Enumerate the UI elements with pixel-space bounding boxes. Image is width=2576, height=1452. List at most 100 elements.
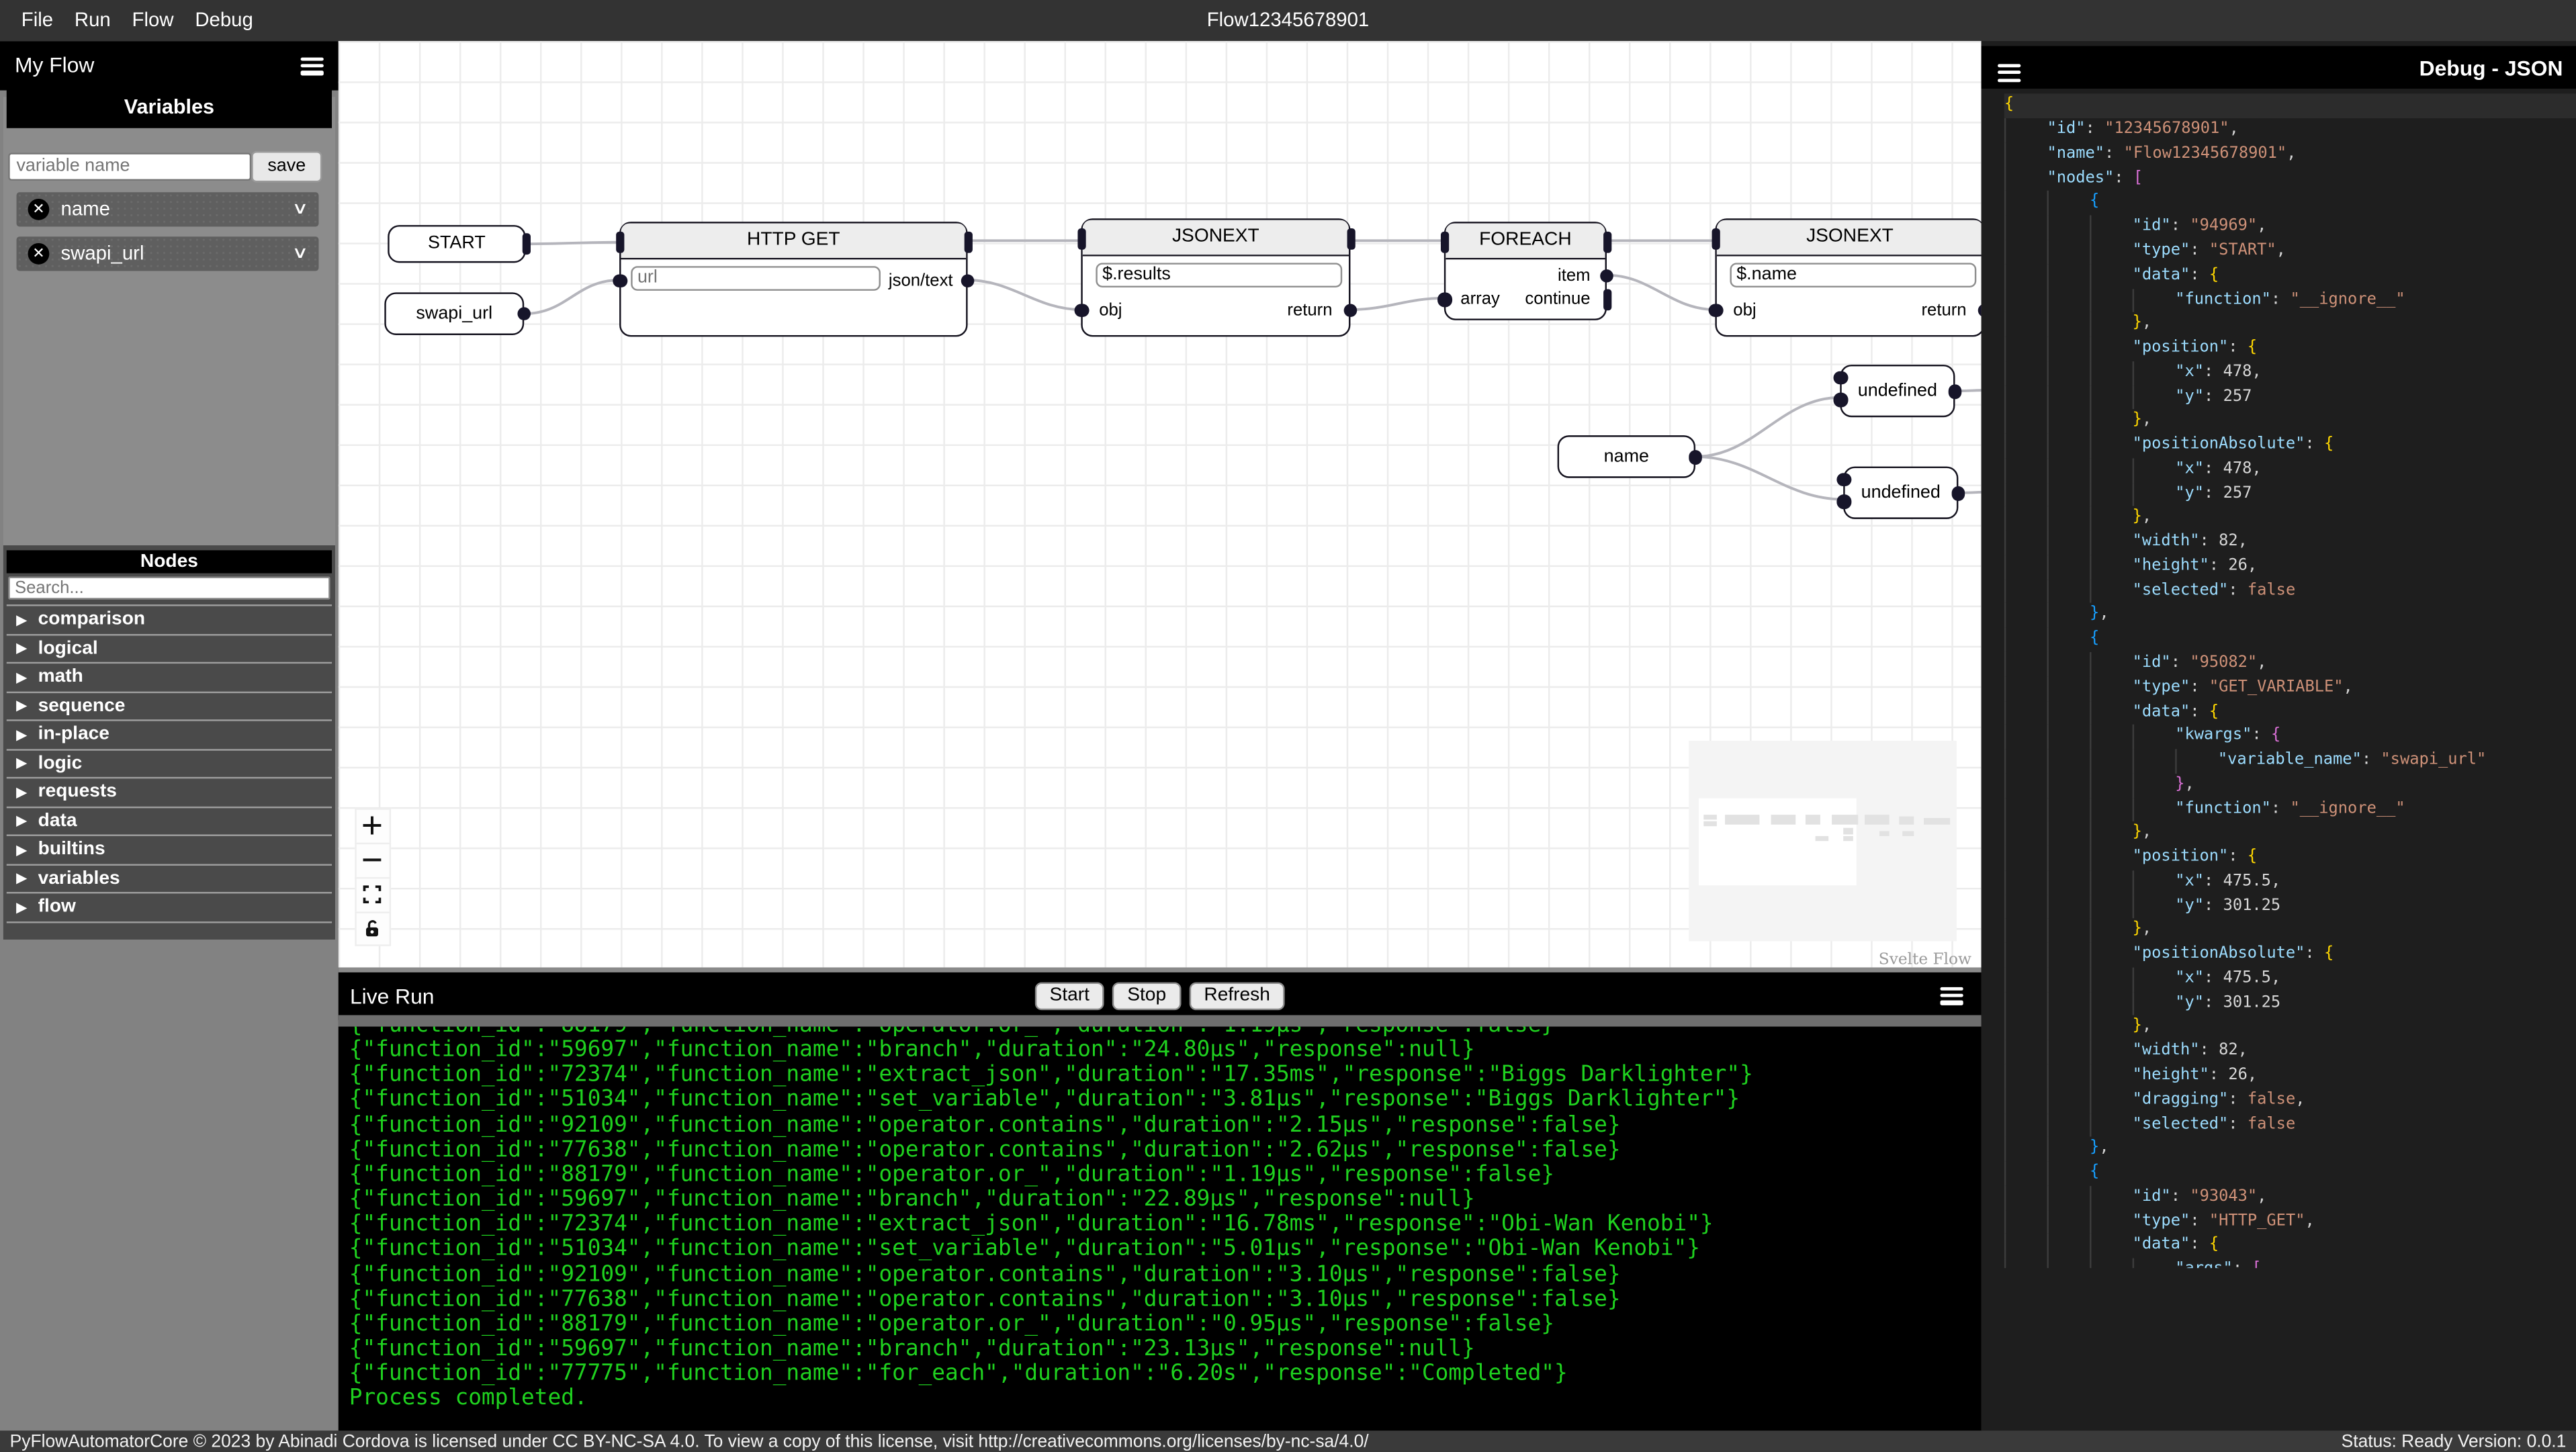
node-undefined-2[interactable]: undefined bbox=[1836, 465, 1965, 518]
zoom-in-button[interactable] bbox=[355, 807, 390, 842]
foreach-continue-handle[interactable] bbox=[1602, 288, 1611, 310]
console-line: {"function_id":"77775","function_name":"… bbox=[349, 1362, 1568, 1387]
console-line: {"function_id":"88179","function_name":"… bbox=[349, 1312, 1555, 1337]
undefined2-in-handle-b[interactable] bbox=[1836, 494, 1851, 508]
undefined2-in-handle-a[interactable] bbox=[1836, 472, 1851, 486]
category-flow[interactable]: ▶ flow bbox=[6, 894, 332, 923]
jsonext1-exec-in-handle[interactable] bbox=[1077, 227, 1085, 249]
menu-file[interactable]: File bbox=[21, 9, 53, 32]
http-get-url-input[interactable] bbox=[631, 265, 881, 290]
sidebar-menu-icon[interactable] bbox=[300, 56, 324, 75]
live-run-menu-icon[interactable] bbox=[1940, 986, 1963, 1005]
console-scrollbar[interactable] bbox=[338, 1015, 1982, 1026]
json-line: "name": "Flow12345678901", bbox=[2004, 142, 2576, 167]
http-get-url-handle[interactable] bbox=[613, 273, 627, 288]
node-jsonext-1[interactable]: JSONEXT obj return bbox=[1074, 218, 1358, 336]
variable-name-input[interactable] bbox=[8, 152, 252, 180]
delete-variable-icon[interactable]: ✕ bbox=[28, 197, 50, 220]
undefined1-out-handle[interactable] bbox=[1947, 384, 1962, 399]
jsonext2-exec-in-handle[interactable] bbox=[1711, 227, 1720, 249]
name-out-handle[interactable] bbox=[1688, 450, 1702, 464]
undefined1-in-handle-b[interactable] bbox=[1833, 392, 1848, 407]
menu-flow[interactable]: Flow bbox=[132, 9, 174, 32]
stop-button[interactable]: Stop bbox=[1112, 982, 1182, 1011]
foreach-exec-out-handle[interactable] bbox=[1602, 230, 1611, 253]
json-line: "kwargs": { bbox=[2004, 725, 2576, 750]
menu-run[interactable]: Run bbox=[75, 9, 111, 32]
variables-list: ✕ name ∨ ✕ swapi_url ∨ bbox=[16, 191, 319, 280]
jsonext1-obj-label: obj bbox=[1099, 300, 1122, 320]
category-data[interactable]: ▶ data bbox=[6, 807, 332, 836]
undefined1-in-handle-a[interactable] bbox=[1833, 370, 1848, 385]
flow-canvas[interactable]: START swapi_url HTTP GET json/text JSONE… bbox=[338, 40, 1982, 967]
http-get-jsontext-handle[interactable] bbox=[960, 273, 975, 288]
category-math[interactable]: ▶ math bbox=[6, 664, 332, 692]
category-requests[interactable]: ▶ requests bbox=[6, 778, 332, 808]
json-line: "id": "93043", bbox=[2004, 1185, 2576, 1210]
node-foreach[interactable]: FOREACH item array continue bbox=[1437, 220, 1613, 320]
nodes-search-input[interactable] bbox=[8, 576, 330, 599]
json-line: { bbox=[2004, 191, 2576, 216]
category-builtins[interactable]: ▶ builtins bbox=[6, 836, 332, 865]
category-logical[interactable]: ▶ logical bbox=[6, 635, 332, 664]
category-label: math bbox=[38, 667, 83, 687]
category-variables[interactable]: ▶ variables bbox=[6, 865, 332, 894]
http-get-exec-out-handle[interactable] bbox=[963, 230, 972, 253]
node-foreach-title: FOREACH bbox=[1446, 222, 1605, 259]
zoom-out-button[interactable] bbox=[355, 842, 390, 876]
category-logic[interactable]: ▶ logic bbox=[6, 750, 332, 779]
start-exec-out-handle[interactable] bbox=[521, 232, 530, 254]
console-output[interactable]: {"function_id":"88179","function_name":"… bbox=[338, 1026, 1982, 1431]
edge-return-array bbox=[1350, 296, 1444, 310]
foreach-item-handle[interactable] bbox=[1599, 268, 1613, 283]
category-in-place[interactable]: ▶ in-place bbox=[6, 721, 332, 750]
lock-button[interactable] bbox=[355, 911, 390, 946]
jsonext2-obj-handle[interactable] bbox=[1708, 303, 1723, 318]
chevron-down-icon[interactable]: ∨ bbox=[291, 244, 308, 262]
console-line: {"function_id":"72374","function_name":"… bbox=[349, 1212, 1714, 1238]
start-button[interactable]: Start bbox=[1034, 982, 1104, 1011]
jsonext1-exec-out-handle[interactable] bbox=[1346, 227, 1355, 249]
minimap-node bbox=[1830, 815, 1857, 824]
node-undefined-1[interactable]: undefined bbox=[1833, 363, 1962, 417]
minimap[interactable] bbox=[1689, 741, 1957, 942]
node-jsonext-2[interactable]: JSONEXT obj return bbox=[1708, 218, 1982, 336]
jsonext1-path-input[interactable] bbox=[1096, 262, 1343, 287]
jsonext1-obj-handle[interactable] bbox=[1074, 303, 1089, 318]
node-http-get[interactable]: HTTP GET json/text bbox=[613, 220, 975, 336]
swapi-url-out-handle[interactable] bbox=[517, 306, 531, 320]
debug-panel: Debug - JSON {"id": "12345678901", "name"… bbox=[1981, 40, 2576, 1431]
jsonext2-path-input[interactable] bbox=[1730, 262, 1977, 287]
variable-item-swapi_url[interactable]: ✕ swapi_url ∨ bbox=[16, 235, 319, 271]
fit-view-button[interactable] bbox=[355, 876, 390, 911]
undefined2-out-handle[interactable] bbox=[1951, 486, 1965, 500]
http-get-output-label: json/text bbox=[888, 270, 953, 290]
node-swapi-url[interactable]: swapi_url bbox=[384, 291, 531, 334]
debug-menu-icon[interactable] bbox=[1998, 63, 2021, 82]
refresh-button[interactable]: Refresh bbox=[1189, 982, 1285, 1011]
http-get-exec-in-handle[interactable] bbox=[615, 230, 624, 253]
foreach-exec-in-handle[interactable] bbox=[1439, 230, 1448, 253]
node-start[interactable]: START bbox=[388, 224, 530, 263]
edge-start-httpget bbox=[525, 240, 620, 244]
menu-bar: File Run Flow Debug Flow12345678901 bbox=[0, 0, 2576, 40]
category-comparison[interactable]: ▶ comparison bbox=[6, 604, 332, 635]
expand-arrow-icon: ▶ bbox=[16, 670, 27, 685]
edge-name-undefined2 bbox=[1695, 454, 1844, 500]
category-sequence[interactable]: ▶ sequence bbox=[6, 692, 332, 721]
chevron-down-icon[interactable]: ∨ bbox=[291, 199, 308, 218]
foreach-array-handle[interactable] bbox=[1437, 292, 1452, 307]
debug-json-content[interactable]: {"id": "12345678901", "name": "Flow123456… bbox=[1982, 89, 2576, 1269]
minimap-node bbox=[1843, 827, 1853, 835]
menu-debug[interactable]: Debug bbox=[195, 9, 253, 32]
node-name[interactable]: name bbox=[1557, 434, 1702, 478]
save-variable-button[interactable]: save bbox=[251, 150, 322, 182]
jsonext1-return-handle[interactable] bbox=[1343, 303, 1358, 318]
delete-variable-icon[interactable]: ✕ bbox=[28, 242, 50, 264]
canvas-bottom-scrollbar[interactable] bbox=[338, 966, 1982, 972]
json-line: }, bbox=[2004, 603, 2576, 628]
variable-item-name[interactable]: ✕ name ∨ bbox=[16, 191, 319, 226]
console-line: {"function_id":"88179","function_name":"… bbox=[349, 1026, 1555, 1038]
json-line: "function": "__ignore__" bbox=[2004, 797, 2576, 822]
node-jsonext-2-title: JSONEXT bbox=[1716, 219, 1982, 256]
